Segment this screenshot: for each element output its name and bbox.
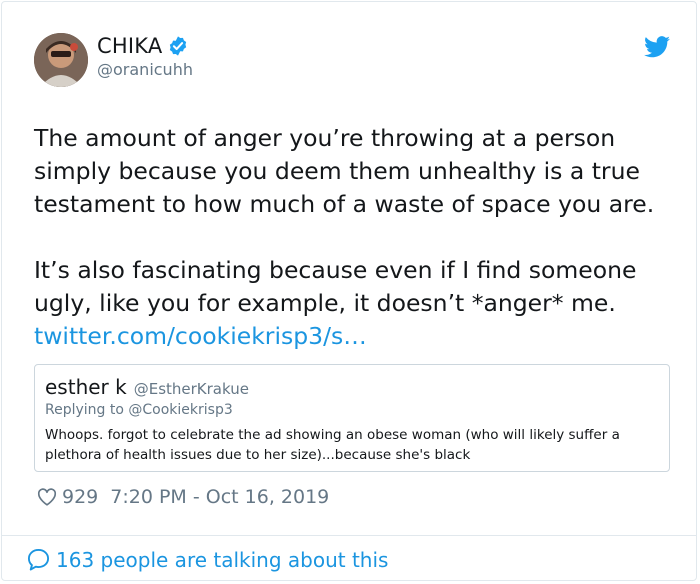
tweet-paragraph-2-text: It’s also fascinating because even if I … (34, 256, 637, 317)
tweet-text: The amount of anger you’re throwing at a… (34, 122, 674, 353)
heart-icon[interactable] (36, 486, 58, 508)
tweet-link[interactable]: twitter.com/cookiekrisp3/s… (34, 320, 674, 353)
quoted-text: Whoops. forgot to celebrate the ad showi… (45, 427, 620, 463)
divider (2, 535, 696, 536)
quoted-handle[interactable]: @EstherKrakue (134, 380, 249, 398)
twitter-bird-icon[interactable] (644, 36, 670, 58)
verified-badge-icon (170, 36, 187, 56)
tweet-timestamp[interactable]: 7:20 PM - Oct 16, 2019 (110, 486, 329, 508)
quoted-replying-to: Replying to @Cookiekrisp3 (45, 402, 233, 418)
tweet-paragraph-2: It’s also fascinating because even if I … (34, 254, 674, 353)
quoted-author-row: esther k @EstherKrakue (45, 375, 249, 399)
avatar[interactable] (34, 33, 88, 87)
author-handle[interactable]: @oranicuhh (97, 60, 193, 79)
speech-bubble-icon (27, 548, 50, 571)
talking-link[interactable]: 163 people are talking about this (26, 547, 388, 572)
like-count[interactable]: 929 (62, 486, 98, 508)
quoted-display-name[interactable]: esther k (45, 375, 127, 399)
author-display-name[interactable]: CHIKA (97, 34, 162, 58)
tweet-meta: 929 7:20 PM - Oct 16, 2019 (36, 486, 329, 508)
quoted-tweet[interactable]: esther k @EstherKrakue Replying to @Cook… (34, 364, 670, 472)
tweet-paragraph-1: The amount of anger you’re throwing at a… (34, 124, 655, 218)
author-name-row: CHIKA (97, 34, 189, 58)
talking-text[interactable]: 163 people are talking about this (56, 548, 388, 572)
tweet-card: CHIKA @oranicuhh The amount of anger you… (1, 1, 697, 581)
